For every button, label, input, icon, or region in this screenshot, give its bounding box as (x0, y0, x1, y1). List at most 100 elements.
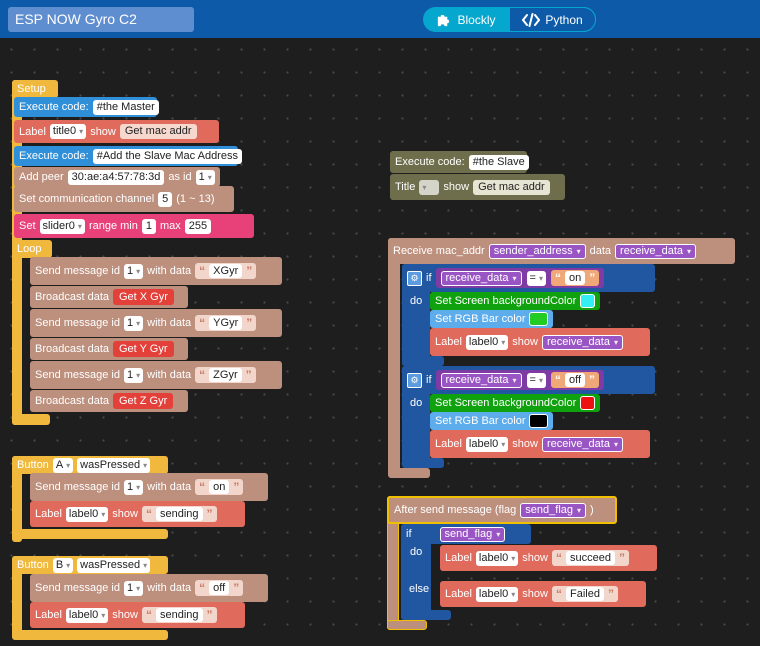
string-block[interactable]: “sending” (141, 607, 217, 623)
data-variable[interactable]: receive_data (440, 372, 522, 388)
message-id-dropdown[interactable]: 1 (124, 580, 144, 596)
string-value[interactable]: ZGyr (209, 368, 242, 382)
button-b-event-block[interactable]: Button B wasPressed (12, 556, 168, 574)
channel-input[interactable]: 5 (158, 191, 173, 207)
compare-block[interactable]: receive_data = “off ” (435, 370, 604, 390)
operator-dropdown[interactable]: = (526, 270, 546, 286)
message-id-dropdown[interactable]: 1 (124, 367, 144, 383)
label-show-block-r2[interactable]: Label label0 show receive_data (430, 430, 650, 458)
label-show-block-r1[interactable]: Label label0 show receive_data (430, 328, 650, 356)
send-message-block-2[interactable]: Send message id 1 with data “YGyr” (30, 309, 282, 337)
message-id-dropdown[interactable]: 1 (124, 479, 144, 495)
execute-code-block-2[interactable]: Execute code: #Add the Slave Mac Address (14, 146, 242, 166)
if-block-1[interactable]: ⚙ if receive_data = “on” (402, 264, 655, 292)
mac-address-field[interactable]: 30:ae:a4:57:78:3d (67, 169, 165, 185)
set-rgb-block-2[interactable]: Set RGB Bar color (430, 412, 553, 430)
after-send-event-block[interactable]: After send message (flag send_flag ) (387, 496, 617, 524)
blockly-mode-button[interactable]: Blockly (423, 7, 509, 32)
button-dropdown[interactable]: B (52, 557, 74, 573)
peer-id-dropdown[interactable]: 1 (195, 169, 215, 185)
label-dropdown[interactable]: label0 (475, 550, 519, 566)
message-id-dropdown[interactable]: 1 (124, 263, 144, 279)
data-variable[interactable]: receive_data (615, 243, 697, 259)
project-title-field[interactable]: ESP NOW Gyro C2 (8, 7, 194, 32)
python-mode-button[interactable]: Python (509, 7, 596, 32)
label-show-block-b[interactable]: Label label0 show “sending” (30, 602, 245, 628)
send-message-block-1[interactable]: Send message id 1 with data “XGyr” (30, 257, 282, 285)
color-swatch[interactable] (580, 294, 595, 308)
label-show-succeed[interactable]: Label label0 show “succeed” (440, 545, 657, 571)
text-value[interactable]: Get mac addr (473, 179, 550, 195)
label-dropdown[interactable]: label0 (465, 436, 509, 452)
string-block[interactable]: “off” (195, 580, 244, 596)
string-block[interactable]: “on” (195, 479, 244, 495)
color-swatch[interactable] (580, 396, 595, 410)
title-dropdown[interactable] (419, 179, 440, 195)
button-dropdown[interactable]: A (52, 457, 74, 473)
string-value[interactable]: off (564, 373, 585, 387)
string-block[interactable]: “sending” (141, 506, 217, 522)
min-input[interactable]: 1 (141, 218, 156, 234)
slider-dropdown[interactable]: slider0 (39, 218, 85, 234)
flag-variable[interactable]: send_flag (439, 526, 506, 542)
if-else-block[interactable]: if send_flag (401, 524, 531, 544)
label-dropdown[interactable]: label0 (465, 334, 509, 350)
string-block[interactable]: “ZGyr” (195, 367, 256, 383)
string-value[interactable]: sending (155, 507, 203, 521)
send-message-block-a[interactable]: Send message id 1 with data “on” (30, 473, 268, 501)
string-block[interactable]: “XGyr” (195, 263, 257, 279)
loop-hat-block[interactable]: Loop (12, 240, 52, 258)
string-block[interactable]: “on” (550, 270, 600, 286)
flag-variable[interactable]: send_flag (520, 502, 587, 518)
string-value[interactable]: on (209, 480, 230, 494)
color-swatch[interactable] (529, 312, 548, 326)
code-field[interactable]: #the Slave (468, 154, 529, 170)
gear-icon[interactable]: ⚙ (407, 372, 422, 388)
string-value[interactable]: sending (155, 608, 203, 622)
string-block[interactable]: “YGyr” (195, 315, 257, 331)
set-slider-range-block[interactable]: Set slider0 range min 1 max 255 (14, 214, 254, 238)
set-rgb-block-1[interactable]: Set RGB Bar color (430, 310, 553, 328)
receive-event-block[interactable]: Receive mac_addr sender_address data rec… (388, 238, 735, 264)
send-message-block-3[interactable]: Send message id 1 with data “ZGyr” (30, 361, 282, 389)
string-value[interactable]: on (564, 271, 586, 285)
set-background-block-2[interactable]: Set Screen backgroundColor (430, 394, 600, 412)
label-show-block-a[interactable]: Label label0 show “sending” (30, 501, 245, 527)
color-swatch[interactable] (529, 414, 548, 428)
code-field[interactable]: #the Master (92, 99, 159, 115)
data-variable[interactable]: receive_data (541, 436, 623, 452)
button-a-event-block[interactable]: Button A wasPressed (12, 456, 168, 474)
string-block[interactable]: “Failed” (551, 586, 618, 602)
if-block-2[interactable]: ⚙ if receive_data = “off ” (402, 366, 655, 394)
setup-hat-block[interactable]: Setup (12, 80, 58, 98)
send-message-block-b[interactable]: Send message id 1 with data “off” (30, 574, 268, 602)
blockly-workspace[interactable]: Setup Execute code: #the Master Label ti… (0, 38, 760, 646)
code-field[interactable]: #Add the Slave Mac Address (92, 148, 242, 164)
string-value[interactable]: XGyr (209, 264, 243, 278)
string-block[interactable]: “succeed” (551, 550, 629, 566)
text-value[interactable]: Get mac addr (119, 124, 197, 139)
message-id-dropdown[interactable]: 1 (124, 315, 144, 331)
label-dropdown[interactable]: label0 (65, 607, 109, 623)
operator-dropdown[interactable]: = (526, 372, 546, 388)
string-value[interactable]: Failed (565, 587, 604, 601)
label-dropdown[interactable]: label0 (475, 586, 519, 602)
string-value[interactable]: off (209, 581, 230, 595)
set-channel-block[interactable]: Set communication channel 5 (1 ~ 13) (14, 186, 234, 212)
slave-execute-code-block[interactable]: Execute code: #the Slave (390, 151, 529, 173)
broadcast-block-3[interactable]: Broadcast data Get Z Gyr (30, 390, 188, 412)
event-dropdown[interactable]: wasPressed (77, 457, 151, 473)
max-input[interactable]: 255 (184, 218, 212, 234)
gear-icon[interactable]: ⚙ (407, 270, 422, 286)
string-value[interactable]: succeed (565, 551, 615, 565)
string-value[interactable]: YGyr (209, 316, 243, 330)
string-block[interactable]: “off” (550, 372, 599, 388)
label-dropdown[interactable]: label0 (65, 506, 109, 522)
broadcast-block-1[interactable]: Broadcast data Get X Gyr (30, 286, 188, 308)
data-variable[interactable]: receive_data (541, 334, 623, 350)
execute-code-block[interactable]: Execute code: #the Master (14, 97, 159, 117)
label-show-failed[interactable]: Label label0 show “Failed” (440, 581, 646, 607)
event-dropdown[interactable]: wasPressed (77, 557, 151, 573)
label-dropdown[interactable]: title0 (49, 124, 87, 139)
slave-title-block[interactable]: Title show Get mac addr (390, 174, 565, 200)
